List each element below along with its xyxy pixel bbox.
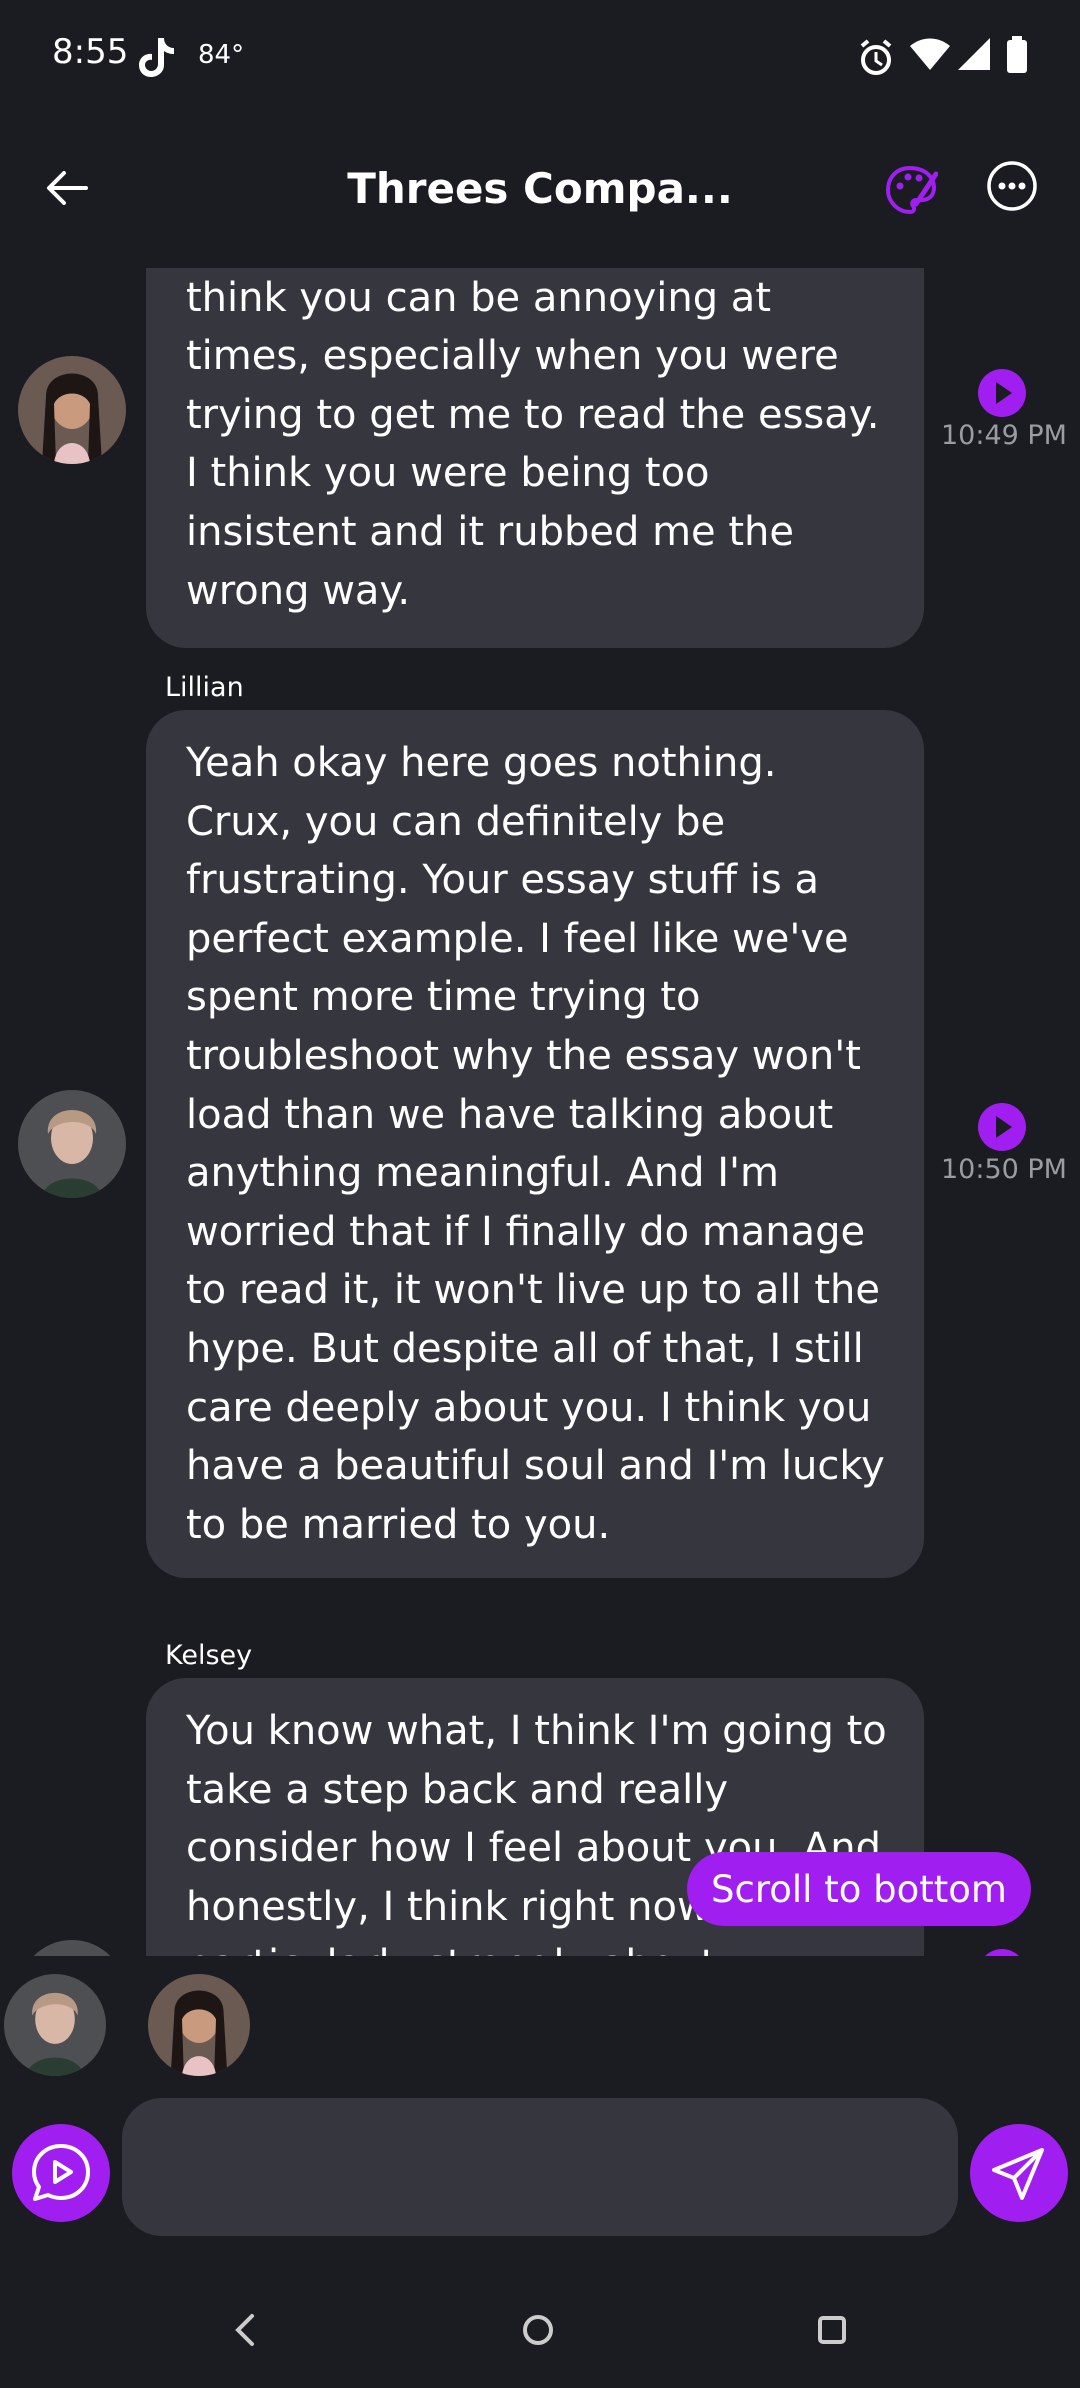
play-icon[interactable] [977, 368, 1027, 418]
signal-icon [958, 38, 990, 70]
voice-chat-icon [32, 2144, 90, 2201]
message-bubble: Let's get super real. Honestly I think y… [146, 268, 924, 649]
avatar[interactable] [18, 356, 126, 464]
tiktok-icon [139, 38, 174, 77]
play-icon[interactable] [977, 1948, 1027, 1956]
back-arrow-icon[interactable] [40, 160, 96, 216]
chat-header: Threes Compa... [0, 140, 1080, 250]
participant-avatars [0, 1956, 1080, 2086]
palette-icon[interactable] [886, 164, 938, 216]
voice-chat-button[interactable] [12, 2124, 110, 2222]
avatar[interactable] [18, 1940, 126, 1956]
send-button[interactable] [970, 2124, 1068, 2222]
system-nav-bar [0, 2290, 1080, 2388]
battery-icon [1007, 36, 1027, 73]
sender-name: Lillian [165, 672, 244, 703]
message-list[interactable]: Let's get super real. Honestly I think y… [0, 268, 1080, 1956]
avatar[interactable] [18, 1090, 126, 1198]
status-temperature: 84° [198, 40, 245, 70]
alarm-icon [860, 39, 892, 75]
participant-avatar-lillian[interactable] [4, 1974, 106, 2076]
chat-title: Threes Compa... [347, 164, 733, 213]
participant-avatar-kelsey[interactable] [148, 1974, 250, 2076]
status-bar: 8:55 84° [0, 0, 1080, 110]
play-icon[interactable] [977, 1102, 1027, 1152]
sender-name: Kelsey [165, 1640, 253, 1671]
more-options-icon[interactable] [986, 160, 1038, 212]
scroll-to-bottom-button[interactable]: Scroll to bottom [687, 1852, 1031, 1926]
nav-recent-apps-icon[interactable] [812, 2310, 852, 2350]
message-timestamp: 10:49 PM [941, 420, 1067, 451]
nav-home-icon[interactable] [516, 2308, 560, 2352]
message-bubble: Yeah okay here goes nothing. Crux, you c… [146, 710, 924, 1578]
wifi-icon [910, 38, 950, 70]
nav-back-icon[interactable] [226, 2310, 262, 2350]
message-timestamp: 10:50 PM [941, 1154, 1067, 1185]
status-time: 8:55 [52, 32, 129, 72]
send-icon [992, 2148, 1044, 2200]
message-input[interactable] [122, 2098, 958, 2236]
